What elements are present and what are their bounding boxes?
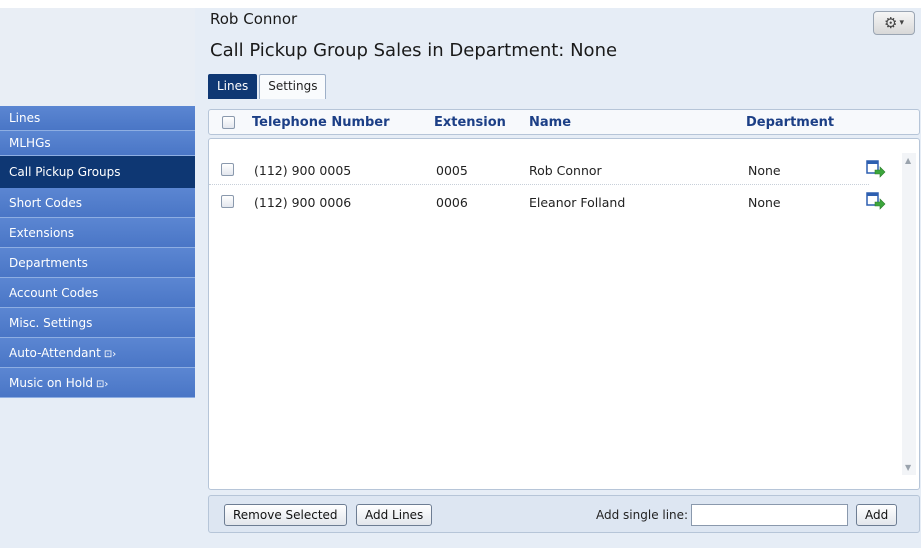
sidebar-item-lines[interactable]: Lines [0, 106, 195, 131]
sidebar-item-auto-attendant[interactable]: Auto-Attendant ⊡› [0, 338, 195, 368]
sidebar-item-mlhgs[interactable]: MLHGs [0, 131, 195, 156]
sidebar-item-short-codes[interactable]: Short Codes [0, 188, 195, 218]
department-cell: None [748, 195, 781, 210]
add-single-line-label: Add single line: [596, 508, 689, 522]
settings-menu-button[interactable]: ⚙ ▾ [873, 11, 915, 35]
sidebar-item-extensions[interactable]: Extensions [0, 218, 195, 248]
department-cell: None [748, 163, 781, 178]
user-name: Rob Connor [210, 10, 298, 28]
column-header-name[interactable]: Name [529, 115, 571, 130]
vertical-scrollbar[interactable]: ▲ ▼ [902, 153, 916, 475]
sidebar-header-area [0, 8, 195, 106]
open-line-icon[interactable] [866, 192, 886, 210]
select-all-checkbox[interactable] [222, 116, 235, 129]
row-checkbox[interactable] [221, 163, 234, 176]
sidebar-item-music-on-hold[interactable]: Music on Hold ⊡› [0, 368, 195, 398]
action-footer: Remove Selected Add Lines Add single lin… [208, 495, 920, 533]
sidebar: Lines MLHGs Call Pickup Groups Short Cod… [0, 106, 195, 398]
open-line-icon[interactable] [866, 160, 886, 178]
tab-bar: Lines Settings [208, 74, 327, 99]
table-row: (112) 900 0006 0006 Eleanor Folland None [209, 187, 886, 217]
name-cell: Rob Connor [529, 163, 602, 178]
sidebar-item-account-codes[interactable]: Account Codes [0, 278, 195, 308]
lines-list: (112) 900 0005 0005 Rob Connor None (112… [208, 138, 920, 490]
table-row: (112) 900 0005 0005 Rob Connor None [209, 155, 886, 185]
add-single-line-input[interactable] [691, 504, 848, 526]
telephone-cell: (112) 900 0005 [254, 163, 352, 178]
chevron-down-icon: ▾ [899, 18, 904, 28]
add-button[interactable]: Add [856, 504, 898, 526]
sidebar-item-departments[interactable]: Departments [0, 248, 195, 278]
external-link-icon: ⊡› [96, 379, 109, 390]
row-checkbox[interactable] [221, 195, 234, 208]
extension-cell: 0006 [436, 195, 468, 210]
column-header-telephone[interactable]: Telephone Number [252, 115, 390, 130]
telephone-cell: (112) 900 0006 [254, 195, 352, 210]
column-header-department[interactable]: Department [746, 115, 834, 130]
add-lines-button[interactable]: Add Lines [356, 504, 433, 526]
name-cell: Eleanor Folland [529, 195, 626, 210]
scroll-down-icon[interactable]: ▼ [905, 463, 911, 472]
remove-selected-button[interactable]: Remove Selected [224, 504, 347, 526]
page-title: Call Pickup Group Sales in Department: N… [210, 40, 618, 61]
gear-icon: ⚙ [884, 13, 898, 32]
table-header: Telephone Number Extension Name Departme… [208, 109, 920, 135]
tab-settings[interactable]: Settings [259, 74, 327, 99]
extension-cell: 0005 [436, 163, 468, 178]
external-link-icon: ⊡› [103, 349, 117, 360]
column-header-extension[interactable]: Extension [434, 115, 506, 130]
scroll-up-icon[interactable]: ▲ [905, 156, 911, 165]
tab-lines[interactable]: Lines [208, 74, 258, 99]
sidebar-item-misc-settings[interactable]: Misc. Settings [0, 308, 195, 338]
sidebar-item-call-pickup-groups[interactable]: Call Pickup Groups [0, 156, 195, 188]
